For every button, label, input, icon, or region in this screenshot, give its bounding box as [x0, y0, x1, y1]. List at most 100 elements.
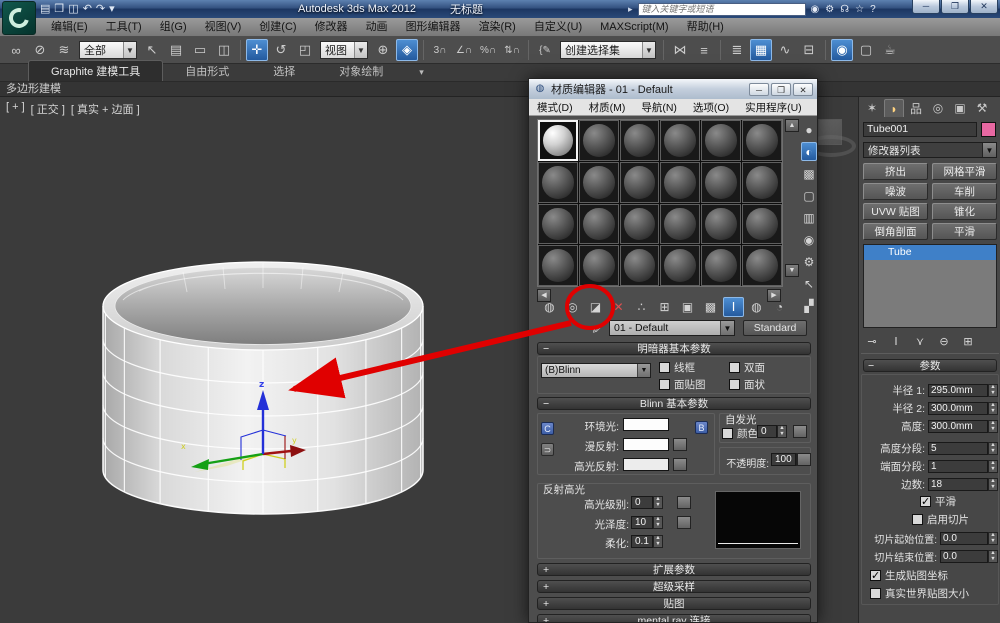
modifier-stack[interactable]: Tube — [863, 244, 997, 328]
angle-snap-icon[interactable]: ∠∩ — [453, 39, 475, 61]
material-editor-close-button[interactable]: ✕ — [793, 83, 813, 96]
open-file-icon[interactable]: ❒ — [54, 0, 64, 18]
specular-level-spinner[interactable]: ▲▼ — [653, 496, 663, 509]
material-slot-13[interactable] — [579, 204, 619, 245]
named-selection-sets-dropdown[interactable]: 创建选择集▼ — [560, 41, 656, 59]
align-icon[interactable]: ≡ — [693, 39, 715, 61]
put-to-library-icon[interactable]: ⊞ — [654, 297, 675, 317]
collapsed-rollout-0[interactable]: +扩展参数 — [537, 563, 811, 576]
shader-type-dropdown[interactable]: (B)Blinn ▼ — [541, 363, 651, 378]
material-slot-23[interactable] — [742, 245, 782, 286]
shader-dropdown-arrow-icon[interactable]: ▼ — [637, 364, 650, 377]
radius2-spinner-field[interactable]: 300.0mm — [928, 402, 988, 415]
wrench-icon[interactable]: ⚙ — [825, 4, 834, 15]
curve-editor-icon[interactable]: ∿ — [774, 39, 796, 61]
named-selection-sets-dropdown-arrow-icon[interactable]: ▼ — [642, 42, 655, 58]
material-slot-10[interactable] — [701, 162, 741, 203]
smooth-checkbox[interactable] — [920, 496, 931, 507]
two-sided-checkbox[interactable] — [729, 362, 740, 373]
collapsed-rollout-3[interactable]: +mental ray 连接 — [537, 614, 811, 623]
soften-value[interactable]: 0.1 — [631, 535, 653, 548]
material-slot-14[interactable] — [620, 204, 660, 245]
specular-color-swatch[interactable] — [623, 458, 669, 471]
uvw-map-button[interactable]: UVW 贴图 — [863, 203, 928, 220]
lathe-button[interactable]: 车削 — [932, 183, 997, 200]
redo-icon[interactable]: ↷ — [96, 0, 105, 18]
rectangular-selection-region-icon[interactable]: ▭ — [189, 39, 211, 61]
material-slot-12[interactable] — [538, 204, 578, 245]
tab-create[interactable]: ✶ — [862, 99, 882, 117]
material-slot-9[interactable] — [660, 162, 700, 203]
assign-material-to-selection-icon[interactable]: ◪ — [585, 297, 606, 317]
help-icon[interactable]: ? — [870, 4, 876, 15]
specular-level-value[interactable]: 0 — [631, 496, 653, 509]
slice-from-spinner-field[interactable]: 0.0 — [940, 532, 988, 545]
diffuse-map-button[interactable] — [673, 438, 687, 451]
glossiness-map-button[interactable] — [677, 516, 691, 529]
quick-access-more-icon[interactable]: ▾ — [109, 0, 115, 18]
select-by-name-icon[interactable]: ▤ — [165, 39, 187, 61]
video-color-check-icon[interactable]: ▥ — [801, 208, 817, 227]
menubar-item-6[interactable]: 动画 — [357, 18, 397, 37]
modifier-list-arrow-icon[interactable]: ▼ — [982, 143, 996, 157]
glossiness-value[interactable]: 10 — [631, 516, 653, 529]
menubar-item-1[interactable]: 工具(T) — [97, 18, 151, 37]
material-type-button[interactable]: Standard — [743, 320, 807, 336]
favorites-star-icon[interactable]: ☆ — [855, 4, 864, 15]
height-spinner-field[interactable]: 300.0mm — [928, 420, 988, 433]
ambient-color-swatch[interactable] — [623, 418, 669, 431]
material-slot-19[interactable] — [579, 245, 619, 286]
select-and-scale-icon[interactable]: ◰ — [294, 39, 316, 61]
go-to-parent-icon[interactable]: ◍ — [746, 297, 767, 317]
reset-map-icon[interactable]: ✕ — [608, 297, 629, 317]
ribbon-tab-2[interactable]: 选择 — [251, 61, 317, 81]
save-file-icon[interactable]: ◫ — [68, 0, 78, 18]
rollout-expand-icon[interactable]: + — [543, 615, 549, 623]
menubar-item-8[interactable]: 渲染(R) — [470, 18, 525, 37]
tab-display[interactable]: ▣ — [950, 99, 970, 117]
select-and-manipulate-icon[interactable]: ◈ — [396, 39, 418, 61]
show-map-in-viewport-icon[interactable]: ▩ — [700, 297, 721, 317]
percent-snap-icon[interactable]: %∩ — [477, 39, 499, 61]
rollout-collapse-icon[interactable]: − — [543, 343, 549, 355]
stack-item-tube[interactable]: Tube — [864, 245, 996, 260]
app-logo[interactable] — [2, 1, 36, 35]
material-editor-menu-4[interactable]: 实用程序(U) — [737, 100, 810, 115]
backlight-icon[interactable]: ◐ — [801, 142, 817, 161]
blinn-rollout-header[interactable]: − Blinn 基本参数 — [537, 397, 811, 410]
height-spinner[interactable]: ▲▼ — [988, 420, 998, 433]
height-segments-spinner-field[interactable]: 5 — [928, 442, 988, 455]
menubar-item-9[interactable]: 自定义(U) — [525, 18, 591, 37]
cap-segments-spinner-field[interactable]: 1 — [928, 460, 988, 473]
material-slot-8[interactable] — [620, 162, 660, 203]
binoculars-icon[interactable]: ◉ — [811, 4, 820, 15]
viewport-label-segment-0[interactable]: [ + ] — [6, 101, 25, 117]
new-file-icon[interactable]: ▤ — [40, 0, 50, 18]
sample-type-icon[interactable]: ● — [801, 120, 817, 139]
tube-object[interactable]: x y z — [95, 258, 440, 520]
object-color-swatch[interactable] — [981, 122, 996, 137]
diffuse-color-swatch[interactable] — [623, 438, 669, 451]
faceted-checkbox[interactable] — [729, 379, 740, 390]
material-name-dropdown-arrow-icon[interactable]: ▼ — [720, 321, 734, 335]
window-crossing-icon[interactable]: ◫ — [213, 39, 235, 61]
lock-ambient-icon[interactable]: B — [695, 421, 708, 434]
layer-manager-icon[interactable]: ≣ — [726, 39, 748, 61]
tab-utilities[interactable]: ⚒ — [972, 99, 992, 117]
viewport-label-segment-1[interactable]: [ 正交 ] — [31, 101, 65, 117]
slice-to-spinner[interactable]: ▲▼ — [988, 550, 998, 563]
edit-named-sets-icon[interactable]: {✎ — [534, 39, 556, 61]
pin-stack-icon[interactable]: ⊸ — [863, 333, 881, 349]
specular-map-button[interactable] — [673, 458, 687, 471]
material-slot-21[interactable] — [660, 245, 700, 286]
selfillum-color-checkbox[interactable] — [722, 428, 733, 439]
show-end-result-icon[interactable]: Ⅰ — [723, 297, 744, 317]
material-editor-options-icon[interactable]: ⚙ — [801, 252, 817, 271]
material-slot-20[interactable] — [620, 245, 660, 286]
graphite-ribbon-toggle-icon[interactable]: ▦ — [750, 39, 772, 61]
viewport-label-segment-2[interactable]: [ 真实 + 边面 ] — [71, 101, 140, 117]
put-material-to-scene-icon[interactable]: ◎ — [562, 297, 583, 317]
material-slot-22[interactable] — [701, 245, 741, 286]
menubar-item-0[interactable]: 编辑(E) — [42, 18, 97, 37]
material-slot-5[interactable] — [742, 120, 782, 161]
